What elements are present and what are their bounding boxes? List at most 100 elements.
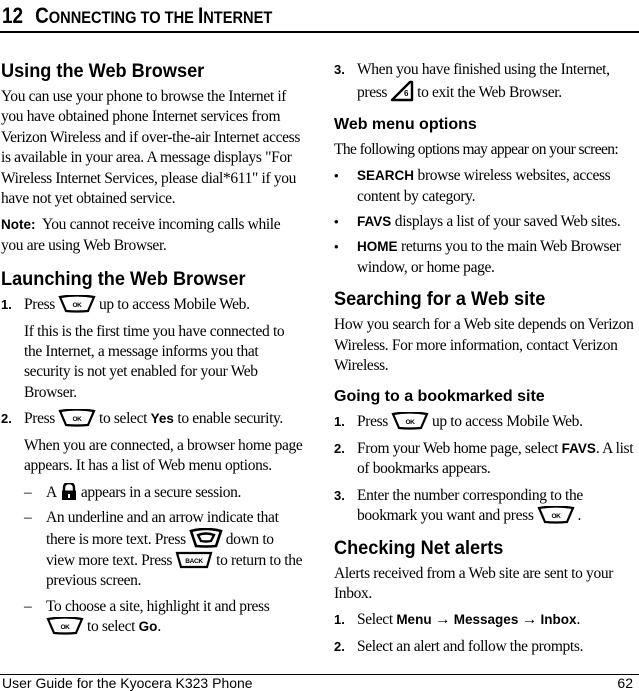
end-key-icon: 6 [390, 80, 414, 102]
left-column: Using the Web Browser You can use your p… [1, 58, 303, 643]
title-smallcaps: TO THE [136, 8, 198, 27]
step-continuation: If this is the first time you have conne… [24, 322, 285, 401]
navigation-down-key-icon [189, 528, 223, 549]
launch-steps-continued: 3. When you have finished using the Inte… [334, 60, 639, 104]
section-heading-bookmarked-site: Going to a bookmarked site [334, 388, 545, 406]
bookmark-step: 1. Press OK up to access Mobile Web. [334, 412, 639, 432]
svg-text:OK: OK [405, 419, 415, 426]
ok-key-icon: OK [46, 616, 84, 635]
sub-item-text: appears in a secure session. [80, 483, 242, 501]
note-label: Note: [1, 217, 36, 233]
menu-path-inbox: Inbox [540, 612, 577, 628]
launch-steps-list: 1. Press OK up to access Mobile Web. If … [1, 295, 303, 637]
ok-key-icon: OK [536, 506, 575, 524]
step-text: Press [24, 410, 55, 428]
section-heading-launching: Launching the Web Browser [1, 268, 246, 291]
sub-item: – To choose a site, highlight it and pre… [24, 597, 303, 638]
note-paragraph: Note: You cannot receive incoming calls … [1, 215, 303, 256]
svg-text:BACK: BACK [185, 558, 203, 565]
option-favs: FAVS [561, 440, 596, 456]
launch-step: 2. Press OK to select Yes to enable secu… [1, 409, 303, 637]
footer-guide-title: User Guide for the Kyocera K323 Phone [2, 675, 253, 691]
page-number: 62 [617, 675, 633, 691]
header-rule [0, 31, 639, 33]
step-text: to exit the Web Browser. [417, 84, 562, 102]
bookmark-step: 3. Enter the number corresponding to the… [334, 486, 639, 527]
sub-item: – An underline and an arrow indicate tha… [24, 508, 303, 592]
step-text: Press [24, 296, 55, 314]
dash-marker: – [24, 508, 32, 526]
sub-item-text: . [157, 617, 161, 635]
ok-key-icon: OK [58, 295, 96, 313]
using-body-paragraph: You can use your phone to browse the Int… [1, 88, 301, 208]
option-yes: Yes [150, 411, 174, 427]
web-menu-options-list: • SEARCH browse wireless websites, acces… [334, 166, 639, 278]
menu-path-messages: Messages [453, 612, 519, 628]
alerts-step: 1. Select Menu → Messages → Inbox. [334, 610, 639, 630]
sub-item-text: To choose a site, highlight it and press [46, 597, 270, 615]
web-menu-intro: The following options may appear on your… [334, 140, 619, 158]
step-text: to enable security. [177, 410, 283, 428]
svg-text:OK: OK [72, 302, 82, 309]
web-menu-option-favs: • FAVS displays a list of your saved Web… [334, 212, 639, 232]
step-number: 1. [1, 297, 12, 313]
arrow-icon: → [435, 611, 451, 629]
lock-icon [61, 482, 77, 500]
option-label: FAVS [357, 214, 392, 230]
launch-step: 3. When you have finished using the Inte… [334, 60, 639, 104]
searching-body: How you search for a Web site depends on… [334, 316, 634, 375]
step-text: Select [357, 611, 393, 629]
step-text: Select an alert and follow the prompts. [357, 637, 584, 655]
step-number: 1. [334, 414, 345, 430]
step-number: 2. [334, 440, 345, 456]
step-text: . [577, 507, 582, 525]
section-heading-searching: Searching for a Web site [334, 288, 546, 311]
dash-marker: – [24, 483, 32, 501]
bookmark-steps-list: 1. Press OK up to access Mobile Web. 2. … [334, 412, 639, 526]
back-key-icon: BACK [175, 551, 213, 569]
web-menu-option-search: • SEARCH browse wireless websites, acces… [334, 166, 639, 207]
ok-key-icon: OK [58, 409, 96, 427]
bullet-marker: • [334, 168, 339, 184]
dash-marker: – [24, 597, 32, 615]
alerts-body: Alerts received from a Web site are sent… [334, 564, 614, 602]
sub-items-list: – A appears in a secure session. – An un… [24, 482, 303, 638]
option-go: Go [138, 618, 158, 634]
section-heading-web-menu-options: Web menu options [334, 115, 477, 133]
title-smallcaps: NTERNET [203, 8, 273, 27]
step-number: 1. [334, 612, 345, 628]
svg-text:OK: OK [72, 416, 82, 423]
right-column: 3. When you have finished using the Inte… [334, 58, 639, 663]
chapter-header: 12 CONNECTING TO THE INTERNET [2, 2, 638, 32]
sub-item-text: A [46, 483, 57, 501]
section-heading-net-alerts: Checking Net alerts [334, 536, 504, 559]
title-cap: C [35, 3, 49, 28]
svg-text:OK: OK [60, 624, 70, 631]
bullet-marker: • [334, 214, 339, 230]
step-text: From your Web home page, select [357, 439, 559, 457]
web-menu-option-home: • HOME returns you to the main Web Brows… [334, 237, 639, 278]
step-continuation: When you are connected, a browser home p… [24, 436, 303, 475]
step-text: Press [357, 413, 388, 431]
step-text: up to access Mobile Web. [431, 413, 583, 431]
step-number: 2. [1, 411, 12, 427]
alerts-steps-list: 1. Select Menu → Messages → Inbox. 2. Se… [334, 610, 639, 657]
step-text: . [576, 611, 581, 629]
sub-item-text: to select [87, 617, 136, 635]
launch-step: 1. Press OK up to access Mobile Web. If … [1, 295, 303, 403]
step-number: 3. [334, 487, 345, 503]
chapter-number: 12 [2, 3, 24, 28]
svg-text:OK: OK [551, 513, 561, 520]
step-text: to select [98, 410, 148, 428]
ok-key-icon: OK [391, 412, 429, 431]
section-heading-using-web-browser: Using the Web Browser [1, 60, 205, 82]
chapter-title: 12 CONNECTING TO THE INTERNET [2, 2, 549, 32]
step-number: 3. [334, 62, 345, 77]
bullet-marker: • [334, 239, 339, 255]
option-label: SEARCH [357, 168, 415, 184]
menu-path-menu: Menu [396, 612, 432, 628]
title-smallcaps: ONNECTING [48, 8, 137, 27]
note-text: You cannot receive incoming calls while … [1, 216, 281, 254]
bookmark-step: 2. From your Web home page, select FAVS.… [334, 439, 639, 480]
alerts-step: 2. Select an alert and follow the prompt… [334, 637, 639, 657]
